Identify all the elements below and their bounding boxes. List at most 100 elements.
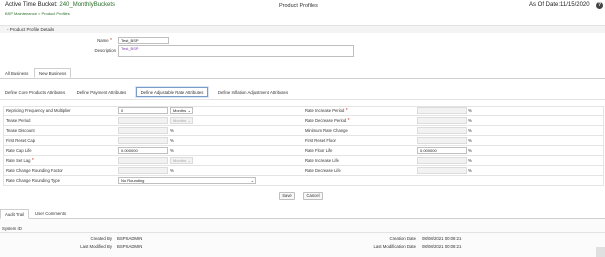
rate-decrease-period-input[interactable] — [417, 117, 467, 124]
chevron-down-icon: ⌄ — [187, 118, 191, 123]
save-button[interactable]: Save — [279, 192, 295, 200]
subtab-divider — [0, 99, 605, 100]
repricing-label: Repricing Frequency and Multiplier — [6, 108, 71, 113]
tease-discount-label: Tease Discount — [6, 128, 35, 133]
repricing-unit-select[interactable]: Months ⌄ — [170, 107, 193, 114]
rate-set-lag-label-text: Rate Set Lag — [6, 158, 31, 163]
adjustable-rate-form — [3, 106, 604, 186]
repricing-unit-value: Months — [173, 108, 187, 113]
as-of-date: As Of Date:11/15/2020 — [529, 2, 590, 8]
tab-new-business[interactable]: New Business — [34, 68, 72, 78]
created-by-label: Created By — [90, 236, 113, 241]
row-divider — [4, 145, 603, 146]
system-id-label: System ID — [2, 226, 22, 231]
creation-date-value: 08/08/2021 00:08:21 — [422, 236, 462, 241]
name-input[interactable]: Test_BSP — [118, 37, 169, 44]
rate-decrease-period-label: Rate Decrease Period * — [305, 118, 350, 124]
collapse-icon[interactable]: - — [7, 27, 9, 32]
description-label: Description — [94, 48, 117, 53]
rate-increase-period-label: Rate Increase Period * — [305, 108, 348, 114]
rounding-factor-input[interactable] — [118, 167, 168, 174]
help-icon[interactable]: ? — [596, 2, 603, 9]
repricing-input[interactable]: 0 — [118, 107, 168, 114]
details-section-label: Product Profile Details — [9, 27, 55, 32]
tab-adjustable-rate[interactable]: Define Adjustable Rate Attributes — [136, 87, 208, 97]
rate-set-lag-unit-value: Months — [173, 158, 187, 163]
name-label-text: Name — [97, 38, 109, 43]
rate-set-lag-label: Rate Set Lag * — [6, 158, 34, 164]
modified-by-label: Last Modified By — [80, 244, 112, 249]
rate-cap-life-input[interactable]: 0.000000 — [118, 147, 168, 154]
percent-sign: % — [468, 108, 472, 113]
tease-period-label: Tease Period — [6, 118, 31, 123]
percent-sign: % — [170, 168, 174, 173]
rate-floor-life-label: Rate Floor Life — [305, 148, 333, 153]
required-marker: * — [346, 118, 350, 124]
row-divider — [4, 135, 603, 136]
rounding-type-label: Rate Change Rounding Type — [6, 178, 60, 183]
first-reset-floor-label: First Reset Floor — [305, 138, 336, 143]
as-of-label: As Of Date: — [529, 2, 561, 8]
rounding-type-value: No Rounding — [121, 178, 145, 183]
tab-all-business[interactable]: All Business — [1, 69, 32, 79]
required-marker: * — [30, 158, 34, 164]
rate-cap-life-label: Rate Cap Life — [6, 148, 32, 153]
percent-sign: % — [170, 148, 174, 153]
tab-core-products[interactable]: Define Core Products Attributes — [3, 88, 67, 98]
details-section-header[interactable]: - Product Profile Details — [0, 25, 605, 33]
details-section-title: - Product Profile Details — [7, 27, 54, 32]
page-title: Product Profiles — [279, 3, 318, 9]
row-divider — [4, 115, 603, 116]
scroll-corner — [596, 247, 605, 257]
tab-inflation-adjustment[interactable]: Define Inflation Adjustment Attributes — [214, 88, 292, 98]
rate-increase-life-input[interactable] — [417, 157, 467, 164]
rounding-type-select[interactable]: No Rounding ⌄ — [118, 177, 256, 184]
as-of-value: 11/15/2020 — [560, 2, 590, 8]
rate-increase-period-input[interactable] — [417, 107, 467, 114]
first-reset-cap-input[interactable] — [118, 137, 168, 144]
rounding-factor-label: Rate Change Rounding Factor — [6, 168, 63, 173]
breadcrumb[interactable]: BSP Maintenance > Product Profiles — [5, 11, 70, 16]
chevron-down-icon: ⌄ — [250, 178, 254, 183]
min-rate-change-input[interactable] — [417, 127, 467, 134]
rate-set-lag-input[interactable] — [118, 157, 168, 164]
created-by-value: BSPSADMIN — [117, 236, 143, 241]
bucket-label: Active Time Bucket: — [5, 2, 58, 8]
audit-divider — [0, 232, 605, 233]
name-label: Name * — [60, 38, 112, 44]
required-marker: * — [344, 108, 348, 114]
first-reset-floor-input[interactable] — [417, 137, 467, 144]
required-marker: * — [108, 38, 112, 44]
percent-sign: % — [468, 128, 472, 133]
tease-period-input[interactable] — [118, 117, 168, 124]
min-rate-change-label: Minimum Rate Change — [305, 128, 348, 133]
cancel-button[interactable]: Cancel — [303, 192, 323, 200]
rate-set-lag-unit-select[interactable]: Months ⌄ — [170, 157, 193, 164]
percent-sign: % — [468, 168, 472, 173]
rate-increase-period-text: Rate Increase Period — [305, 108, 345, 113]
first-reset-cap-label: First Reset Cap — [6, 138, 36, 143]
rate-floor-life-input[interactable]: 0.000000 — [417, 147, 467, 154]
description-input[interactable]: Test_BSP — [118, 45, 354, 57]
active-time-bucket: Active Time Bucket: 240_MonthlyBuckets — [5, 2, 115, 8]
percent-sign: % — [170, 138, 174, 143]
tab-audit-trail[interactable]: Audit Trail — [0, 209, 30, 219]
bucket-value[interactable]: 240_MonthlyBuckets — [59, 2, 115, 8]
percent-sign: % — [468, 118, 472, 123]
row-divider — [4, 175, 603, 176]
chevron-down-icon: ⌄ — [187, 158, 191, 163]
tease-discount-input[interactable] — [118, 127, 168, 134]
percent-sign: % — [468, 158, 472, 163]
chevron-down-icon: ⌄ — [187, 108, 191, 113]
rate-decrease-life-input[interactable] — [417, 167, 467, 174]
row-divider — [4, 155, 603, 156]
rate-decrease-period-text: Rate Decrease Period — [305, 118, 347, 123]
modified-by-value: BSPSADMIN — [117, 244, 143, 249]
rate-decrease-life-label: Rate Decrease Life — [305, 168, 341, 173]
tab-user-comments[interactable]: User Comments — [31, 209, 70, 219]
business-tabs: All Business New Business — [0, 68, 605, 79]
tease-period-unit-select[interactable]: Months ⌄ — [170, 117, 193, 124]
tab-payment[interactable]: Define Payment Attributes — [74, 88, 129, 98]
percent-sign: % — [468, 138, 472, 143]
creation-date-label: Creation Date — [389, 236, 416, 241]
